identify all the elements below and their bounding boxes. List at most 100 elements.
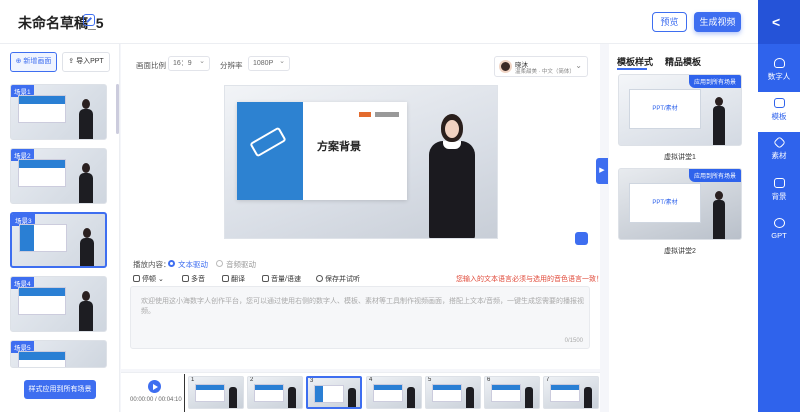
rail-item-digital-human[interactable]: 数字人: [758, 52, 800, 92]
scene-presenter: [80, 228, 94, 266]
template-slide-text: PPT/素材: [652, 200, 678, 206]
rail-item-gpt[interactable]: GPT: [758, 212, 800, 252]
fullscreen-icon[interactable]: [575, 232, 588, 245]
avatar-voice-desc: 温柔甜美 · 中文（简体）: [515, 69, 575, 75]
apply-all-badge[interactable]: 应用到所有场景: [688, 169, 741, 182]
import-ppt-button[interactable]: ⇪ 导入PPT: [62, 52, 110, 72]
timeline-clip[interactable]: 2: [247, 376, 303, 409]
clip-slide-preview: [314, 385, 344, 403]
timeline-clip[interactable]: 6: [484, 376, 540, 409]
presenter-face: [445, 120, 459, 138]
add-scene-button[interactable]: ⊕ 新增画面: [10, 52, 57, 72]
clip-number: 4: [369, 377, 373, 383]
pause-tool[interactable]: 停顿 ⌄: [133, 274, 164, 284]
ratio-label: 画面比例: [136, 61, 166, 70]
audio-driven-label[interactable]: 音频驱动: [226, 259, 256, 270]
timeline-playhead[interactable]: [184, 374, 185, 412]
scene-presenter: [79, 99, 93, 139]
clip-number: 3: [310, 378, 314, 384]
avatar-voice-select[interactable]: 晓沐 温柔甜美 · 中文（简体） ⌄: [494, 56, 588, 77]
polyphone-icon: [182, 275, 189, 282]
translate-icon: [222, 275, 229, 282]
polyphone-tool[interactable]: 多音: [182, 274, 205, 284]
layers-icon: [772, 136, 786, 149]
scene-slide-preview: [19, 224, 67, 252]
scene-thumbnail[interactable]: 场景5: [10, 340, 107, 368]
generate-video-button[interactable]: 生成视频: [694, 12, 741, 32]
apply-style-all-button[interactable]: 样式应用到所有场景: [24, 380, 96, 399]
rail-collapse-area[interactable]: <: [758, 0, 800, 44]
scene-thumbnail[interactable]: 场景2: [10, 148, 107, 204]
timeline-clip[interactable]: 5: [425, 376, 481, 409]
template-caption: 虚拟讲堂2: [664, 248, 696, 255]
save-listen-label: 保存并试听: [325, 276, 360, 283]
video-canvas[interactable]: 方案背景: [224, 85, 498, 239]
tab-template-style[interactable]: 模板样式: [617, 55, 653, 68]
pause-label: 停顿: [142, 276, 156, 283]
timeline-clip[interactable]: 1: [188, 376, 244, 409]
import-ppt-label: 导入PPT: [76, 58, 104, 65]
clip-number: 2: [250, 377, 254, 383]
scene-slide-preview: [18, 95, 66, 123]
scene-thumbnail[interactable]: 场景1: [10, 84, 107, 140]
resolution-select[interactable]: 1080P: [248, 55, 290, 71]
timeline-clip[interactable]: 4: [366, 376, 422, 409]
panel-toggle-icon[interactable]: ▶: [596, 158, 608, 184]
rail-item-background[interactable]: 背景: [758, 172, 800, 212]
translate-label: 翻译: [231, 276, 245, 283]
timeline-clip-selected[interactable]: 3: [306, 376, 362, 409]
text-driven-radio[interactable]: [168, 260, 175, 267]
clip-slide-preview: [491, 384, 521, 402]
ratio-select[interactable]: 16：9: [168, 55, 210, 71]
template-presenter: [713, 191, 725, 239]
timeline-clip[interactable]: 7: [543, 376, 599, 409]
scene-presenter: [79, 163, 93, 203]
volume-speed-tool[interactable]: 音量/语速: [262, 274, 301, 284]
presenter-body: [429, 141, 475, 238]
chevron-left-icon[interactable]: <: [772, 14, 780, 30]
slide-title: 方案背景: [317, 141, 361, 153]
clip-number: 6: [487, 377, 491, 383]
rail-item-template[interactable]: 模板: [758, 92, 800, 132]
digital-presenter[interactable]: [425, 114, 479, 238]
scene-scrollbar[interactable]: [116, 84, 119, 134]
rail-label: 模板: [771, 112, 787, 121]
script-textarea[interactable]: 欢迎使用这小海数字人创作平台，您可以通过使用右侧的数字人、模板、素材等工具制作视…: [130, 286, 590, 349]
template-card[interactable]: 应用到所有场景 PPT/素材: [618, 74, 742, 146]
tool-rail: < 数字人 模板 素材 背景 GPT: [758, 0, 800, 412]
tab-premium-template[interactable]: 精品模板: [665, 55, 701, 68]
rail-label: GPT: [771, 231, 787, 240]
ppt-slide[interactable]: 方案背景: [237, 102, 407, 200]
person-icon: [773, 58, 785, 68]
presenter-collar: [443, 141, 461, 149]
chevron-down-icon: ⌄: [575, 61, 582, 70]
volume-speed-label: 音量/语速: [271, 276, 301, 283]
play-mode-label: 播放内容：: [133, 260, 171, 269]
volume-icon: [262, 275, 269, 282]
preview-button[interactable]: 预览: [652, 12, 687, 32]
rail-label: 素材: [771, 151, 787, 160]
pen-icon: [249, 126, 287, 158]
play-icon[interactable]: [148, 380, 161, 393]
rail-label: 数字人: [767, 72, 791, 81]
translate-tool[interactable]: 翻译: [222, 274, 245, 284]
apply-all-badge[interactable]: 应用到所有场景: [688, 75, 741, 88]
clip-presenter: [407, 387, 415, 408]
rail-item-material[interactable]: 素材: [758, 132, 800, 172]
avatar: [499, 60, 512, 73]
audio-driven-radio[interactable]: [216, 260, 223, 267]
clip-number: 7: [546, 377, 550, 383]
add-scene-label: 新增画面: [23, 58, 52, 65]
scene-thumbnail[interactable]: 场景4: [10, 276, 107, 332]
save-listen-tool[interactable]: 保存并试听: [316, 274, 360, 284]
edit-title-icon[interactable]: [83, 14, 95, 26]
template-slide-text: PPT/素材: [652, 106, 678, 112]
template-card[interactable]: 应用到所有场景 PPT/素材: [618, 168, 742, 240]
clip-number: 5: [428, 377, 432, 383]
text-driven-label[interactable]: 文本驱动: [178, 259, 208, 270]
template-slide: PPT/素材: [629, 183, 701, 223]
scene-thumbnail-selected[interactable]: 场景3: [10, 212, 107, 268]
scene-slide-preview: [18, 287, 66, 315]
slide-accent-panel: [237, 102, 303, 200]
clip-presenter: [525, 387, 533, 408]
